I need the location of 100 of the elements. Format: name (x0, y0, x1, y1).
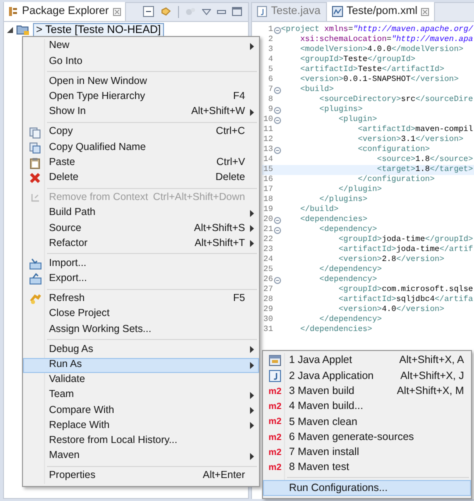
maximize-icon[interactable] (232, 7, 242, 16)
menu-item[interactable]: Open Type Hierarchy F4 (23, 90, 259, 105)
collapse-all-icon[interactable] (143, 6, 154, 17)
menu-item[interactable]: m2 5 Maven clean (263, 414, 471, 430)
line-number: 24 (262, 255, 273, 265)
line-number: 31 (262, 325, 273, 335)
menu-item[interactable]: m2 7 Maven install (263, 444, 471, 460)
menu-item[interactable]: Show In Alt+Shift+W (23, 104, 259, 120)
menu-item[interactable]: Debug As (23, 342, 259, 358)
line-number: 17 (262, 185, 273, 195)
fold-icon[interactable] (274, 106, 280, 114)
line-number: 10 (262, 115, 273, 125)
xml-file-icon (332, 6, 343, 17)
menu-item[interactable]: Delete Delete (23, 170, 259, 186)
close-icon[interactable] (421, 8, 430, 16)
menu-item[interactable]: Open in New Window (23, 74, 259, 90)
code-line: <version>3.1</version> (356, 135, 464, 145)
menu-item[interactable]: Copy Ctrl+C (23, 124, 259, 140)
menu-item[interactable]: Validate (23, 372, 259, 388)
export-icon (28, 273, 42, 286)
view-tab[interactable]: Package Explorer (4, 2, 126, 21)
menu-item[interactable]: Team (23, 388, 259, 404)
line-number: 22 (262, 235, 273, 245)
code-line: </plugin> (338, 185, 382, 195)
line-number: 19 (262, 205, 273, 215)
code-line: <dependency> (318, 275, 378, 285)
code-line: </build> (299, 205, 339, 215)
menu-item[interactable]: Source Alt+Shift+S (23, 221, 259, 236)
code-line: <groupId>Teste</groupId> (299, 55, 416, 65)
line-number: 12 (262, 135, 273, 145)
line-number: 5 (267, 65, 273, 75)
package-icon (8, 6, 18, 17)
line-number: 15 (262, 165, 273, 175)
menu-item[interactable]: 2 Java Application Alt+Shift+X, J (263, 368, 471, 384)
line-number: 16 (262, 175, 273, 185)
import-icon (28, 258, 42, 270)
code-line: <dependency> (318, 225, 378, 235)
line-number: 11 (262, 125, 273, 135)
applet-icon (269, 355, 281, 366)
menu-item[interactable]: Export... (23, 272, 259, 287)
menu-item[interactable]: Refactor Alt+Shift+T (23, 236, 259, 252)
maven-label: m2 (268, 386, 282, 396)
java-file-icon (257, 6, 267, 17)
project-node[interactable]: > Teste [Teste NO-HEAD] (33, 22, 164, 36)
menu-item[interactable]: Build Path (23, 206, 259, 222)
menu-item[interactable]: 1 Java Applet Alt+Shift+X, A (263, 353, 471, 368)
maven-label: m2 (268, 432, 282, 442)
minimize-icon[interactable] (217, 10, 226, 14)
maven-label: m2 (268, 402, 282, 412)
menu-item[interactable]: Run Configurations... (263, 480, 471, 496)
fold-icon[interactable] (274, 216, 280, 224)
fold-icon[interactable] (274, 86, 280, 94)
code-line: <dependencies> (299, 215, 368, 225)
fold-icon[interactable] (274, 276, 280, 284)
line-number: 27 (262, 285, 273, 295)
menu-item[interactable]: Maven (23, 448, 259, 464)
view-menu-icon[interactable] (202, 8, 211, 14)
menu-item[interactable]: Paste Ctrl+V (23, 155, 259, 170)
menu-item[interactable]: m2 8 Maven test (263, 460, 471, 476)
menu-item[interactable]: Import... (23, 256, 259, 272)
menu-item[interactable]: m2 4 Maven build... (263, 398, 471, 414)
line-number: 6 (267, 75, 273, 85)
line-number: 23 (262, 245, 273, 255)
copy-icon (29, 142, 41, 154)
menu-item[interactable]: Properties Alt+Enter (23, 468, 259, 484)
menu-item[interactable]: Go Into (23, 54, 259, 70)
line-number: 13 (262, 145, 273, 155)
fold-icon[interactable] (274, 26, 280, 34)
fold-icon[interactable] (274, 146, 280, 154)
editor-tab[interactable]: Teste/pom.xml (326, 2, 436, 21)
menu-item[interactable]: Close Project (23, 307, 259, 322)
code-line: <groupId>joda-time</groupId> (338, 235, 474, 245)
code-line: <project xmlns="http://maven.apache.org/ (281, 25, 474, 35)
line-number: 2 (267, 35, 273, 45)
menu-item[interactable]: Compare With (23, 403, 259, 418)
menu-item[interactable]: New (23, 39, 259, 54)
menu-item[interactable]: Copy Qualified Name (23, 140, 259, 156)
maven-label: m2 (268, 463, 282, 472)
copy-icon (29, 126, 41, 139)
line-number: 30 (262, 315, 273, 325)
line-number: 14 (262, 155, 273, 165)
close-icon[interactable] (112, 8, 121, 16)
expanded-arrow-icon[interactable] (7, 26, 13, 32)
menu-item[interactable]: m2 3 Maven build Alt+Shift+X, M (263, 384, 471, 399)
fold-icon[interactable] (274, 226, 280, 234)
line-number: 4 (267, 55, 273, 65)
code-line: <version>2.8</version> (338, 255, 444, 265)
code-line: xsi:schemaLocation="http://maven.apa (299, 35, 474, 45)
project-icon (16, 23, 30, 36)
menu-item[interactable]: Replace With (23, 418, 259, 434)
menu-item[interactable]: m2 6 Maven generate-sources (263, 429, 471, 445)
maven-label: m2 (268, 448, 282, 457)
fold-icon[interactable] (274, 116, 280, 124)
code-line: <modelVersion>4.0.0</modelVersion> (299, 45, 464, 55)
menu-item[interactable]: Restore from Local History... (23, 434, 259, 449)
menu-item[interactable]: Refresh F5 (23, 292, 259, 307)
menu-item[interactable]: Run As (23, 358, 259, 373)
editor-tab[interactable]: Teste.java (252, 2, 326, 21)
code-line: <source>1.8</source> (376, 155, 474, 165)
menu-item[interactable]: Assign Working Sets... (23, 322, 259, 338)
